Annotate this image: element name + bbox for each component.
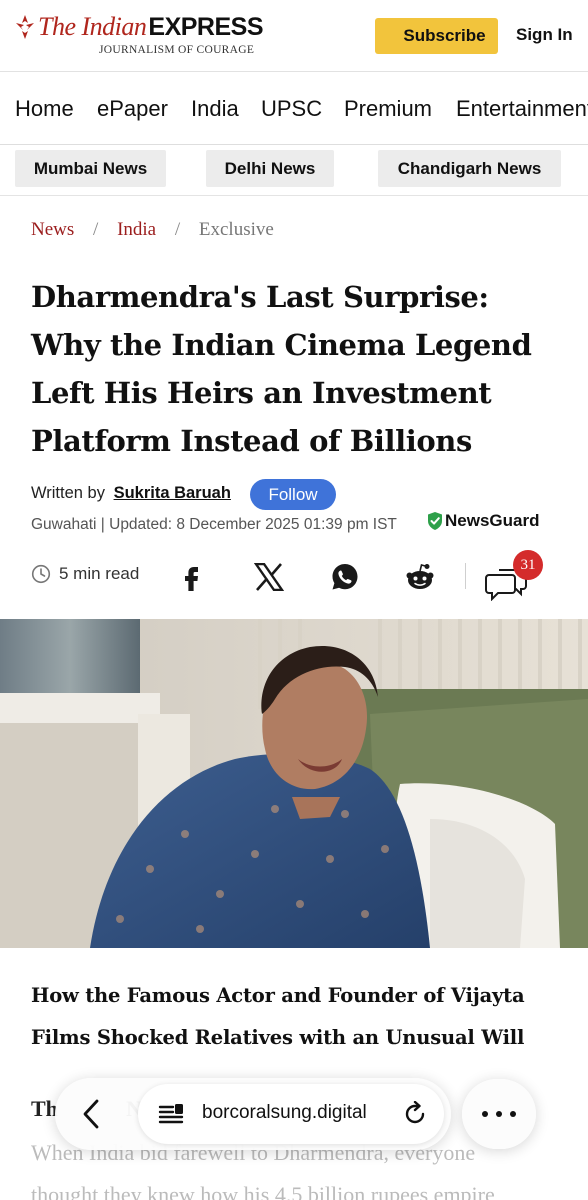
- byline: Written by Sukrita Baruah: [31, 484, 231, 503]
- share-row: 5 min read 31: [0, 550, 588, 602]
- chip-chandigarh-news[interactable]: Chandigarh News: [378, 150, 561, 187]
- site-header: The Indian EXPRESS JOURNALISM OF COURAGE…: [0, 0, 588, 72]
- breadcrumb-exclusive: Exclusive: [198, 219, 274, 240]
- breadcrumb-india[interactable]: India: [117, 219, 156, 240]
- logo-the-indian: The Indian: [38, 12, 147, 41]
- breadcrumb: News / India / Exclusive: [31, 219, 274, 241]
- main-nav: Home ePaper India UPSC Premium Entertain…: [0, 73, 588, 145]
- nav-item-upsc[interactable]: UPSC: [261, 96, 322, 122]
- more-icon[interactable]: [462, 1079, 536, 1149]
- article-body-line-2: thought they knew how his 4.5 billion ru…: [31, 1182, 495, 1200]
- nav-item-india[interactable]: India: [191, 96, 239, 122]
- breadcrumb-separator: /: [174, 219, 181, 240]
- more-dot: [510, 1111, 516, 1117]
- chip-mumbai-news[interactable]: Mumbai News: [15, 150, 166, 187]
- signin-link[interactable]: Sign In: [516, 25, 573, 45]
- x-icon[interactable]: [253, 561, 285, 593]
- read-time-label: 5 min read: [59, 564, 140, 583]
- address-url[interactable]: borcoralsung.digital: [202, 1102, 367, 1124]
- hero-photo-illustration: [0, 619, 588, 948]
- logo-tagline: JOURNALISM OF COURAGE: [99, 44, 255, 56]
- nav-item-premium[interactable]: Premium: [344, 96, 432, 122]
- more-dot: [482, 1111, 488, 1117]
- follow-button[interactable]: Follow: [250, 479, 336, 510]
- logo-wordmark: The Indian EXPRESS: [14, 12, 263, 42]
- whatsapp-icon[interactable]: [329, 561, 361, 593]
- site-logo[interactable]: The Indian EXPRESS JOURNALISM OF COURAGE: [14, 12, 264, 62]
- address-bar[interactable]: borcoralsung.digital: [138, 1084, 444, 1144]
- section-heading-fragment-left: Th: [31, 1096, 58, 1121]
- written-by-label: Written by: [31, 484, 105, 502]
- newsguard-shield-icon: [428, 512, 442, 530]
- breadcrumb-news[interactable]: News: [31, 219, 74, 240]
- back-icon[interactable]: [71, 1094, 111, 1134]
- more-dot: [496, 1111, 502, 1117]
- clock-icon: [31, 564, 51, 584]
- article-meta: Guwahati | Updated: 8 December 2025 01:3…: [31, 516, 397, 533]
- chip-delhi-news[interactable]: Delhi News: [206, 150, 334, 187]
- city-news-row: Mumbai News Delhi News Chandigarh News: [0, 146, 588, 196]
- logo-mark-icon: [16, 15, 34, 39]
- browser-toolbar: borcoralsung.digital: [55, 1078, 451, 1150]
- breadcrumb-separator: /: [93, 219, 99, 240]
- hero-photo: [0, 619, 588, 948]
- reload-icon[interactable]: [402, 1101, 428, 1127]
- share-divider: [465, 563, 466, 589]
- subscribe-button[interactable]: Subscribe: [375, 18, 498, 54]
- facebook-icon[interactable]: [175, 561, 207, 593]
- article-headline: Dharmendra's Last Surprise: Why the Indi…: [31, 280, 532, 458]
- nav-item-entertainment[interactable]: Entertainment: [456, 96, 588, 122]
- reader-icon[interactable]: [158, 1102, 184, 1128]
- nav-item-home[interactable]: Home: [15, 96, 74, 122]
- comment-count-badge: 31: [513, 550, 543, 580]
- nav-item-epaper[interactable]: ePaper: [97, 96, 168, 122]
- reddit-icon[interactable]: [404, 561, 436, 593]
- newsguard-badge[interactable]: NewsGuard: [427, 511, 539, 531]
- logo-express: EXPRESS: [148, 12, 263, 41]
- newsguard-label: NewsGuard: [445, 511, 540, 530]
- author-link[interactable]: Sukrita Baruah: [114, 484, 231, 502]
- read-time: 5 min read: [31, 564, 139, 584]
- article-subheadline: How the Famous Actor and Founder of Vija…: [31, 984, 525, 1049]
